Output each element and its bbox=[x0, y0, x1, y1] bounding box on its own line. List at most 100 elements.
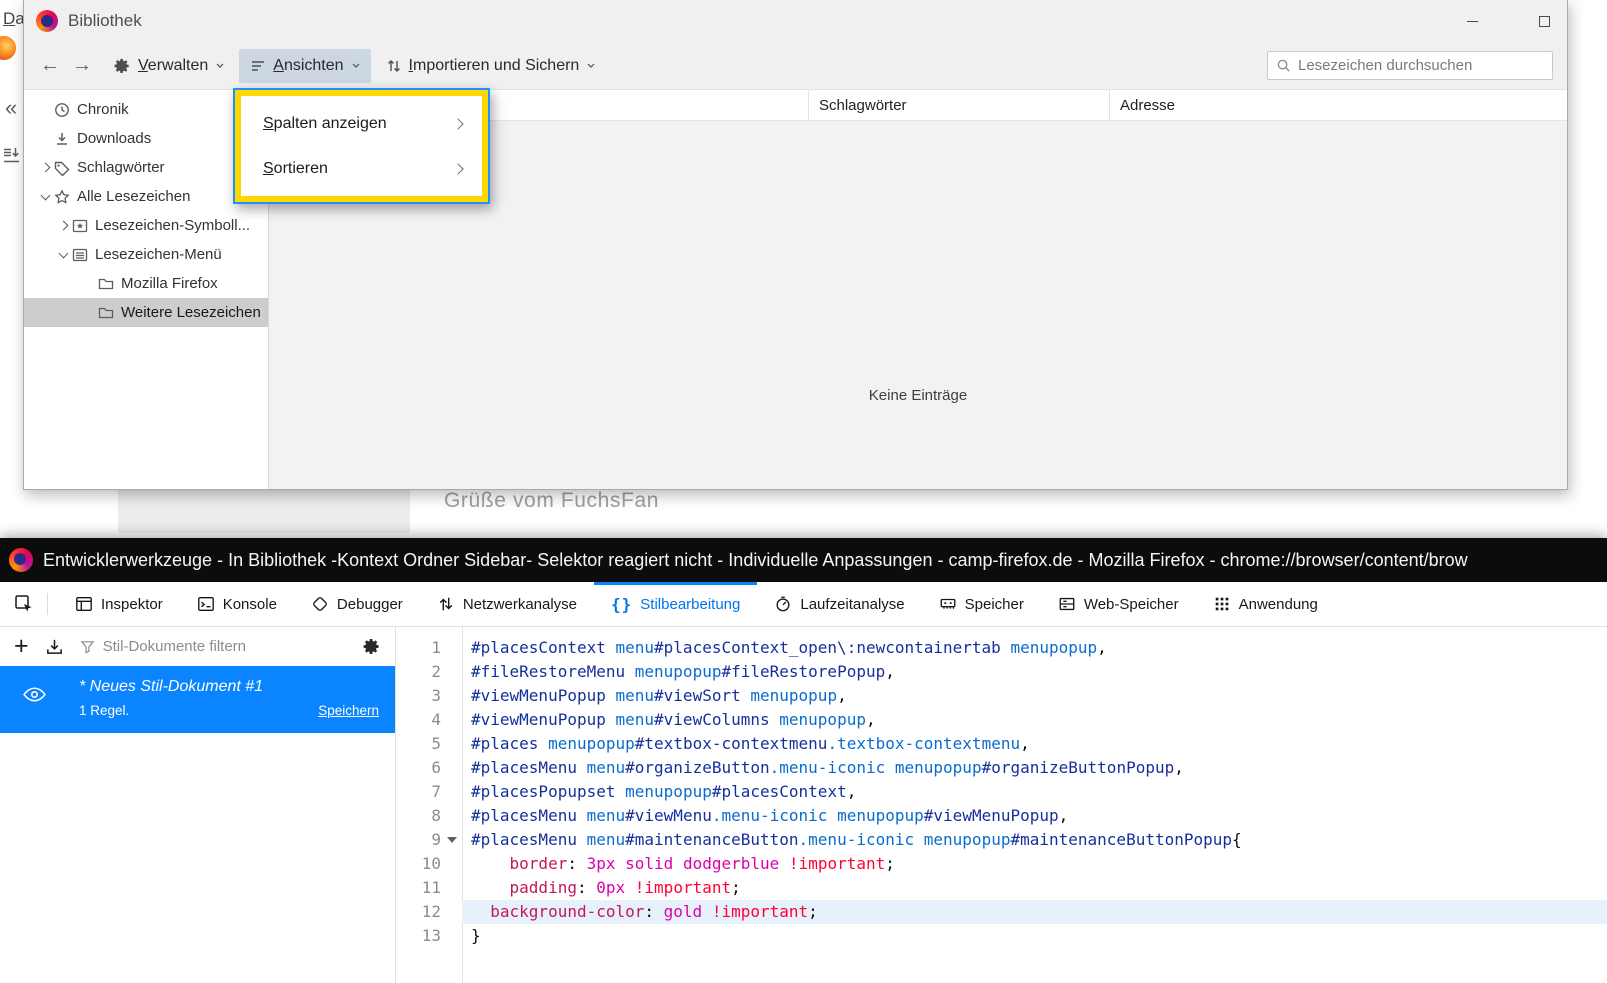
tab-anwendung[interactable]: Anwendung bbox=[1196, 582, 1335, 626]
folder-icon bbox=[98, 276, 114, 292]
import-stylesheet-button[interactable] bbox=[45, 637, 64, 656]
code-line[interactable]: 12 background-color: gold !important; bbox=[396, 900, 1607, 924]
sidebar-item-chronik[interactable]: Chronik bbox=[24, 95, 268, 124]
braces-icon: {} bbox=[611, 595, 632, 614]
chevron-right-icon[interactable] bbox=[58, 221, 68, 231]
code-line[interactable]: 3#viewMenuPopup menu#viewSort menupopup, bbox=[396, 684, 1607, 708]
sidebar-item-schlagwoerter[interactable]: Schlagwörter bbox=[24, 153, 268, 182]
code-line[interactable]: 7#placesPopupset menupopup#placesContext… bbox=[396, 780, 1607, 804]
search-input[interactable]: Lesezeichen durchsuchen bbox=[1267, 51, 1553, 80]
sidebar-item-downloads[interactable]: Downloads bbox=[24, 124, 268, 153]
line-number: 1 bbox=[396, 636, 462, 660]
minimize-button[interactable] bbox=[1449, 0, 1495, 42]
code-line[interactable]: 8#placesMenu menu#viewMenu.menu-iconic m… bbox=[396, 804, 1607, 828]
firefox-icon bbox=[36, 10, 58, 32]
code-line[interactable]: 6#placesMenu menu#organizeButton.menu-ic… bbox=[396, 756, 1607, 780]
line-number: 7 bbox=[396, 780, 462, 804]
pick-element-button[interactable] bbox=[0, 582, 47, 626]
manage-button[interactable]: Verwalten bbox=[102, 49, 235, 83]
search-placeholder: Lesezeichen durchsuchen bbox=[1298, 57, 1472, 74]
line-number: 8 bbox=[396, 804, 462, 828]
sidebar-item-lesezeichen-menue[interactable]: Lesezeichen-Menü bbox=[24, 240, 268, 269]
manage-label: Verwalten bbox=[138, 57, 208, 75]
chevron-down-icon[interactable] bbox=[58, 248, 68, 258]
tab-label: Konsole bbox=[223, 596, 277, 613]
line-number: 5 bbox=[396, 732, 462, 756]
menu-item-sort[interactable]: Sortieren bbox=[241, 146, 482, 191]
css-source-editor[interactable]: 1#placesContext menu#placesContext_open\… bbox=[396, 627, 1607, 983]
performance-icon bbox=[774, 595, 792, 613]
save-link[interactable]: Speichern bbox=[318, 703, 379, 718]
page-greeting-text: Grüße vom FuchsFan bbox=[444, 489, 659, 513]
column-label: Schlagwörter bbox=[819, 97, 907, 114]
code-lines: 1#placesContext menu#placesContext_open\… bbox=[396, 636, 1607, 948]
views-button[interactable]: Ansichten bbox=[239, 49, 370, 83]
devtools-window: Entwicklerwerkzeuge - In Bibliothek -Kon… bbox=[0, 538, 1607, 983]
code-line[interactable]: 2#fileRestoreMenu menupopup#fileRestoreP… bbox=[396, 660, 1607, 684]
storage-icon bbox=[1058, 595, 1076, 613]
devtools-titlebar[interactable]: Entwicklerwerkzeuge - In Bibliothek -Kon… bbox=[0, 538, 1607, 582]
code-line[interactable]: 1#placesContext menu#placesContext_open\… bbox=[396, 636, 1607, 660]
column-label: Adresse bbox=[1120, 97, 1175, 114]
code-line[interactable]: 5#places menupopup#textbox-contextmenu.t… bbox=[396, 732, 1607, 756]
tab-label: Speicher bbox=[965, 596, 1024, 613]
column-header-address[interactable]: Adresse bbox=[1109, 90, 1567, 120]
tab-netzwerkanalyse[interactable]: Netzwerkanalyse bbox=[420, 582, 594, 626]
memory-icon bbox=[939, 595, 957, 613]
line-number: 10 bbox=[396, 852, 462, 876]
style-editor-toolbar: + Stil-Dokumente filtern bbox=[0, 627, 395, 666]
chevron-right-icon[interactable] bbox=[40, 163, 50, 173]
code-line[interactable]: 13} bbox=[396, 924, 1607, 948]
sidebar-item-mozilla-firefox[interactable]: Mozilla Firefox bbox=[24, 269, 268, 298]
library-window: Bibliothek ← → Verwalten Ansichten Impor… bbox=[23, 0, 1568, 490]
menu-item-show-columns[interactable]: Spalten anzeigen bbox=[241, 101, 482, 146]
eye-icon[interactable] bbox=[23, 687, 46, 702]
tab-inspektor[interactable]: Inspektor bbox=[58, 582, 180, 626]
library-titlebar[interactable]: Bibliothek bbox=[24, 0, 1567, 42]
sidebar-item-lesezeichen-symbolleiste[interactable]: Lesezeichen-Symboll... bbox=[24, 211, 268, 240]
maximize-button[interactable] bbox=[1521, 0, 1567, 42]
line-number: 12 bbox=[396, 900, 462, 924]
menu-item-label: Sortieren bbox=[263, 160, 328, 178]
import-backup-label: Importieren und Sichern bbox=[409, 57, 580, 75]
sidebar-item-alle-lesezeichen[interactable]: Alle Lesezeichen bbox=[24, 182, 268, 211]
library-toolbar: ← → Verwalten Ansichten Importieren und … bbox=[24, 42, 1567, 90]
import-tray-icon[interactable] bbox=[2, 146, 22, 164]
sidebar-item-label: Schlagwörter bbox=[77, 159, 165, 176]
line-number: 13 bbox=[396, 924, 462, 948]
page-fragment-box bbox=[118, 490, 410, 533]
collapse-sidebar-icon[interactable]: « bbox=[5, 95, 17, 121]
options-button[interactable] bbox=[362, 637, 381, 656]
tab-debugger[interactable]: Debugger bbox=[294, 582, 420, 626]
code-line[interactable]: 11 padding: 0px !important; bbox=[396, 876, 1607, 900]
grid-icon bbox=[1213, 595, 1231, 613]
tab-konsole[interactable]: Konsole bbox=[180, 582, 294, 626]
tab-speicher[interactable]: Speicher bbox=[922, 582, 1041, 626]
tab-laufzeitanalyse[interactable]: Laufzeitanalyse bbox=[757, 582, 921, 626]
line-number: 4 bbox=[396, 708, 462, 732]
chevron-down-icon[interactable] bbox=[40, 190, 50, 200]
file-menu-stub[interactable]: Da bbox=[3, 9, 25, 29]
code-line[interactable]: 9#placesMenu menu#maintenanceButton.menu… bbox=[396, 828, 1607, 852]
console-icon bbox=[197, 595, 215, 613]
minimize-icon bbox=[1467, 21, 1478, 22]
submenu-arrow-icon bbox=[452, 163, 463, 174]
filter-stylesheets-input[interactable]: Stil-Dokumente filtern bbox=[80, 638, 346, 655]
forward-button[interactable]: → bbox=[66, 50, 98, 82]
new-stylesheet-button[interactable]: + bbox=[14, 634, 29, 659]
stylesheet-item-selected[interactable]: * Neues Stil-Dokument #1 1 Regel. Speich… bbox=[0, 666, 395, 733]
network-icon bbox=[437, 595, 455, 613]
import-backup-button[interactable]: Importieren und Sichern bbox=[375, 49, 607, 83]
sidebar-item-weitere-lesezeichen[interactable]: Weitere Lesezeichen bbox=[24, 298, 268, 327]
back-button[interactable]: ← bbox=[34, 50, 66, 82]
column-header-tags[interactable]: Schlagwörter bbox=[808, 90, 1109, 120]
tag-icon bbox=[54, 160, 70, 176]
toolbar-separator bbox=[47, 593, 48, 615]
fold-arrow-icon[interactable] bbox=[447, 837, 457, 843]
tab-web-speicher[interactable]: Web-Speicher bbox=[1041, 582, 1196, 626]
tab-stilbearbeitung[interactable]: {} Stilbearbeitung bbox=[594, 582, 757, 626]
code-line[interactable]: 10 border: 3px solid dodgerblue !importa… bbox=[396, 852, 1607, 876]
sidebar-item-label: Weitere Lesezeichen bbox=[121, 304, 261, 321]
back-arrow-icon: ← bbox=[40, 54, 60, 77]
code-line[interactable]: 4#viewMenuPopup menu#viewColumns menupop… bbox=[396, 708, 1607, 732]
